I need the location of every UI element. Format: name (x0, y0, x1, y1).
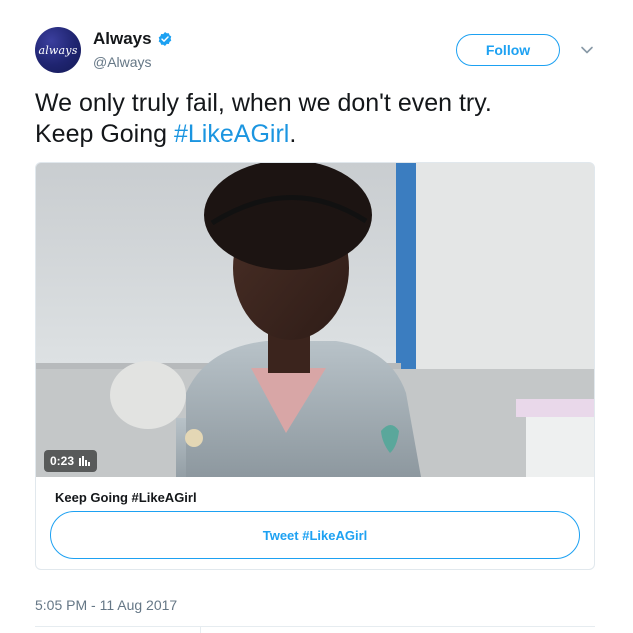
tweet-text-line1: We only truly fail, when we don't even t… (35, 89, 492, 117)
tweet-text-line2: Keep Going #LikeAGirl. (35, 119, 595, 150)
display-name[interactable]: Always (93, 29, 152, 49)
avatar-logo-text: always (38, 43, 78, 57)
follow-button[interactable]: Follow (456, 34, 560, 66)
hashtag-link[interactable]: #LikeAGirl (174, 120, 289, 148)
divider (35, 626, 595, 627)
avatar[interactable]: always (35, 27, 81, 73)
tweet-text: We only truly fail, when we don't even t… (35, 88, 595, 150)
tweet-hashtag-button[interactable]: Tweet #LikeAGirl (50, 511, 580, 559)
video-player[interactable]: 0:23 (36, 163, 594, 477)
tweet-text-prefix: Keep Going (35, 120, 174, 148)
divider-tick (200, 626, 201, 633)
name-row: Always (93, 29, 173, 49)
video-duration: 0:23 (50, 454, 75, 468)
handle[interactable]: @Always (93, 54, 173, 70)
verified-badge-icon (158, 32, 171, 46)
video-duration-badge: 0:23 (44, 450, 98, 472)
chevron-down-icon[interactable] (580, 43, 594, 57)
video-frame (36, 163, 594, 477)
tweet-text-suffix: . (289, 120, 297, 148)
card-title: Keep Going #LikeAGirl (55, 490, 197, 505)
tweet-timestamp[interactable]: 5:05 PM - 11 Aug 2017 (35, 597, 177, 613)
volume-bars-icon (79, 456, 91, 466)
video-card[interactable]: 0:23 Keep Going #LikeAGirl Tweet #LikeAG… (35, 162, 595, 570)
account-info: Always @Always (93, 29, 173, 70)
